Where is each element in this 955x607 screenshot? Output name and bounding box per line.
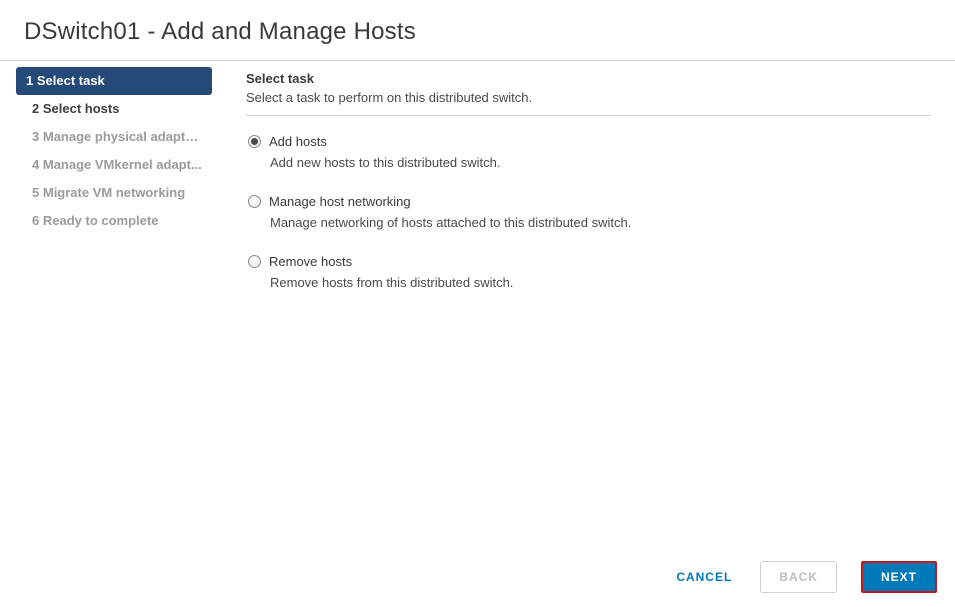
step-number: 3 [32,129,39,144]
step-label: Select task [37,73,105,88]
option-row[interactable]: Remove hosts [248,254,931,269]
option-add-hosts: Add hosts Add new hosts to this distribu… [246,134,931,170]
step-label: Migrate VM networking [43,185,185,200]
step-manage-physical-adapters: 3 Manage physical adapters [16,123,212,151]
step-select-hosts[interactable]: 2 Select hosts [16,95,212,123]
step-number: 6 [32,213,39,228]
option-remove-hosts: Remove hosts Remove hosts from this dist… [246,254,931,290]
cancel-button[interactable]: CANCEL [672,562,736,592]
wizard-content: Select task Select a task to perform on … [218,61,955,541]
step-number: 2 [32,101,39,116]
next-button[interactable]: NEXT [861,561,937,593]
option-row[interactable]: Manage host networking [248,194,931,209]
option-description: Manage networking of hosts attached to t… [248,215,931,230]
section-title: Select task [246,71,931,86]
step-number: 5 [32,185,39,200]
dialog-title: DSwitch01 - Add and Manage Hosts [24,18,931,46]
option-label[interactable]: Add hosts [269,134,327,149]
wizard-steps-sidebar: 1 Select task 2 Select hosts 3 Manage ph… [0,61,218,541]
radio-add-hosts[interactable] [248,135,261,148]
radio-remove-hosts[interactable] [248,255,261,268]
option-manage-host-networking: Manage host networking Manage networking… [246,194,931,230]
step-select-task[interactable]: 1 Select task [16,67,212,95]
option-row[interactable]: Add hosts [248,134,931,149]
step-migrate-vm-networking: 5 Migrate VM networking [16,179,212,207]
back-button: BACK [760,561,837,593]
wizard-dialog: DSwitch01 - Add and Manage Hosts 1 Selec… [0,0,955,541]
section-description: Select a task to perform on this distrib… [246,90,931,105]
option-description: Add new hosts to this distributed switch… [248,155,931,170]
section-divider [246,115,931,116]
option-label[interactable]: Remove hosts [269,254,352,269]
option-description: Remove hosts from this distributed switc… [248,275,931,290]
step-label: Ready to complete [43,213,159,228]
dialog-body: 1 Select task 2 Select hosts 3 Manage ph… [0,61,955,541]
step-ready-to-complete: 6 Ready to complete [16,207,212,235]
step-label: Select hosts [43,101,120,116]
radio-manage-host-networking[interactable] [248,195,261,208]
step-number: 4 [32,157,39,172]
option-label[interactable]: Manage host networking [269,194,411,209]
step-manage-vmkernel-adapters: 4 Manage VMkernel adapt... [16,151,212,179]
dialog-header: DSwitch01 - Add and Manage Hosts [0,0,955,61]
step-number: 1 [26,73,33,88]
dialog-footer: CANCEL BACK NEXT [672,561,937,593]
step-label: Manage physical adapters [43,129,205,144]
step-label: Manage VMkernel adapt... [43,157,202,172]
